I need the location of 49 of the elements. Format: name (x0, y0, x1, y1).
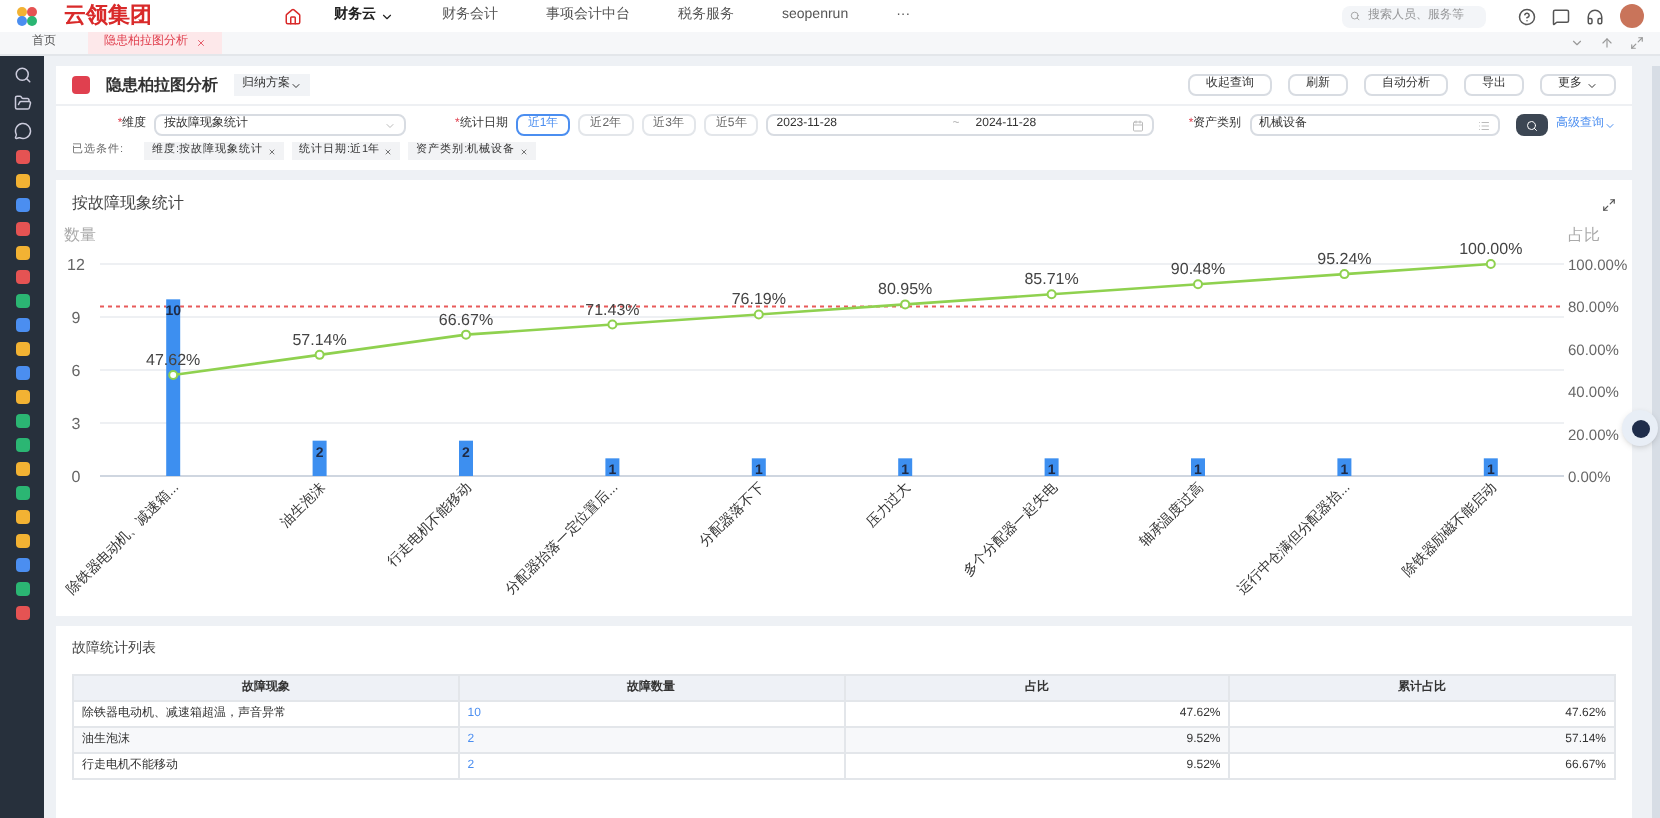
line-point (1485, 259, 1496, 269)
axis-tick-label: 9 (71, 309, 81, 327)
line-point (314, 349, 325, 360)
axis-title: 数量 (64, 226, 96, 244)
line-point (1046, 289, 1057, 300)
line-point (607, 319, 618, 330)
axis-tick-label: 0 (71, 468, 81, 486)
logo-icon (16, 6, 40, 26)
search-icon (1350, 10, 1361, 22)
home-icon[interactable] (284, 7, 302, 25)
line-point (461, 329, 471, 340)
search-icon[interactable] (13, 66, 31, 84)
line-point (1339, 269, 1350, 280)
help-icon[interactable] (1518, 7, 1536, 25)
axis-tick-label: 3 (71, 415, 81, 433)
chat-icon[interactable] (13, 122, 31, 140)
search-button[interactable] (1516, 114, 1548, 136)
caret-icon (383, 119, 396, 131)
line-value-label: 100.00% (1459, 240, 1523, 258)
line-point (168, 370, 179, 381)
axis-title: 占比 (1568, 226, 1600, 244)
avatar[interactable] (1620, 4, 1644, 28)
folder-icon[interactable] (13, 94, 31, 112)
line-value-label: 76.19% (731, 290, 786, 309)
fullscreen-icon[interactable] (1630, 36, 1644, 50)
axis-tick-label: 6 (71, 362, 81, 380)
line-point (1193, 279, 1203, 290)
line-point (753, 309, 764, 320)
search-icon (1526, 119, 1539, 131)
caret-icon (290, 79, 302, 91)
page-title: 隐患柏拉图分析 (106, 73, 218, 97)
caret-icon (1586, 79, 1598, 91)
arrow-up-icon[interactable] (1600, 36, 1614, 50)
line-value-label: 90.48% (1170, 260, 1226, 279)
caret-icon (1603, 119, 1616, 131)
line-value-label: 57.14% (292, 330, 347, 349)
brand-name: 云领集团 (64, 1, 152, 32)
headset-icon[interactable] (1586, 7, 1604, 25)
message-icon[interactable] (1552, 7, 1570, 25)
line-value-label: 80.95% (878, 280, 933, 299)
line-value-label: 71.43% (585, 300, 640, 319)
chart-title: 按故障现象统计 (72, 192, 184, 216)
expand-icon[interactable] (1602, 197, 1616, 211)
caret-icon (380, 9, 394, 23)
axis-tick-label: 12 (67, 256, 85, 274)
line-point (900, 299, 911, 310)
line-value-label: 85.71% (1024, 270, 1079, 289)
line-value-label: 66.67% (438, 310, 494, 329)
line-value-label: 95.24% (1317, 250, 1372, 269)
